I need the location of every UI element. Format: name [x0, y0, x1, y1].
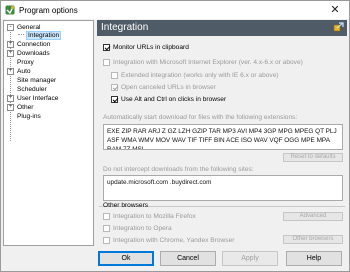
checkbox-label: Open canceled URLs in browser	[121, 84, 216, 91]
tree-item-proxy[interactable]: Proxy	[17, 58, 34, 67]
tree-item-label: Site manager	[17, 77, 57, 84]
integration-icon	[333, 22, 344, 33]
tree-item-label: Integration	[26, 31, 62, 40]
program-options-window: Program options ✕ - General Integration +…	[0, 0, 350, 272]
cancel-button[interactable]: Cancel	[160, 251, 216, 266]
checkbox-box[interactable]	[111, 96, 118, 103]
advanced-button[interactable]: Advanced	[283, 212, 343, 221]
extended-integration-checkbox[interactable]: Extended integration (works only with IE…	[111, 71, 279, 80]
expand-icon[interactable]: +	[7, 67, 14, 75]
panel-title: Integration	[101, 22, 149, 33]
tree-item-label: Other	[17, 104, 34, 111]
expand-icon[interactable]: +	[7, 103, 14, 111]
expand-icon[interactable]: +	[7, 49, 14, 57]
apply-button[interactable]: Apply	[222, 251, 278, 266]
no-intercept-label: Do not intercept downloads from the foll…	[103, 166, 254, 173]
checkbox-label: Use Alt and Ctrl on clicks in browser	[121, 96, 227, 103]
chrome-integration-checkbox[interactable]: Integration with Chrome, Yandex Browser	[103, 236, 234, 245]
tree-item-user-interface[interactable]: + User Interface	[7, 94, 58, 103]
tree-item-label: Connection	[17, 41, 51, 48]
tree-item-label: Auto	[17, 68, 31, 75]
window-title: Program options	[19, 5, 78, 15]
ie-integration-checkbox[interactable]: Integration with Microsoft Internet Expl…	[103, 58, 303, 67]
open-canceled-urls-checkbox[interactable]: Open canceled URLs in browser	[111, 83, 216, 92]
tree-item-label: Plug-ins	[17, 113, 41, 120]
app-icon	[5, 5, 15, 15]
checkbox-box[interactable]	[103, 213, 110, 220]
checkbox-box[interactable]	[103, 237, 110, 244]
integration-panel: Integration Monitor URLs in clipboard In…	[97, 20, 347, 246]
expand-icon[interactable]: +	[7, 40, 14, 48]
panel-header: Integration	[97, 20, 347, 36]
reset-to-defaults-button[interactable]: Reset to defaults	[283, 153, 343, 162]
checkbox-box[interactable]	[103, 59, 110, 66]
checkbox-label: Extended integration (works only with IE…	[121, 72, 279, 79]
tree-item-connection[interactable]: + Connection	[7, 40, 50, 49]
checkbox-box[interactable]	[103, 44, 110, 51]
collapse-icon[interactable]: -	[7, 23, 14, 31]
expand-icon[interactable]: +	[7, 94, 14, 102]
checkbox-label: Integration with Chrome, Yandex Browser	[113, 237, 235, 244]
tree-item-downloads[interactable]: + Downloads	[7, 49, 50, 58]
monitor-clipboard-checkbox[interactable]: Monitor URLs in clipboard	[103, 43, 189, 52]
checkbox-label: Integration to Opera	[113, 225, 172, 232]
checkbox-label: Integration with Microsoft Internet Expl…	[113, 59, 303, 66]
other-browsers-button[interactable]: Other browsers	[283, 235, 343, 244]
use-alt-ctrl-checkbox[interactable]: Use Alt and Ctrl on clicks in browser	[111, 95, 226, 104]
opera-integration-checkbox[interactable]: Integration to Opera	[103, 224, 172, 233]
tree-connector	[18, 34, 24, 35]
tree-item-integration[interactable]: Integration	[26, 31, 62, 40]
close-icon: ✕	[330, 4, 340, 16]
tree-item-label: Proxy	[17, 59, 34, 66]
close-button[interactable]: ✕	[321, 1, 349, 18]
title-bar: Program options ✕	[1, 1, 349, 19]
tree-item-plugins[interactable]: Plug-ins	[17, 112, 41, 121]
tree-item-label: Downloads	[17, 50, 50, 57]
firefox-integration-checkbox[interactable]: Integration to Mozilla Firefox	[103, 212, 196, 221]
tree-item-label: User Interface	[17, 95, 59, 102]
tree-item-other[interactable]: + Other	[7, 103, 34, 112]
tree-item-label: General	[17, 24, 41, 31]
help-button[interactable]: Help	[286, 251, 342, 266]
excluded-sites-field[interactable]: update.microsoft.com .buydirect.com	[103, 175, 343, 201]
checkbox-box[interactable]	[103, 225, 110, 232]
checkbox-label: Integration to Mozilla Firefox	[113, 213, 196, 220]
checkbox-box[interactable]	[111, 84, 118, 91]
tree-item-site-manager[interactable]: Site manager	[17, 76, 56, 85]
extensions-field[interactable]: EXE ZIP RAR ARJ Z GZ LZH GZIP TAR MP3 AV…	[103, 124, 343, 150]
other-browsers-title: Other browsers	[103, 202, 149, 209]
checkbox-label: Monitor URLs in clipboard	[113, 44, 189, 51]
tree-item-label: Scheduler	[17, 86, 47, 93]
checkbox-box[interactable]	[111, 72, 118, 79]
ok-button[interactable]: Ok	[98, 251, 154, 266]
tree-item-auto[interactable]: + Auto	[7, 67, 31, 76]
tree-item-scheduler[interactable]: Scheduler	[17, 85, 47, 94]
options-tree: - General Integration + Connection + Downlo…	[3, 20, 94, 246]
auto-start-label: Automatically start download for files w…	[103, 114, 298, 121]
